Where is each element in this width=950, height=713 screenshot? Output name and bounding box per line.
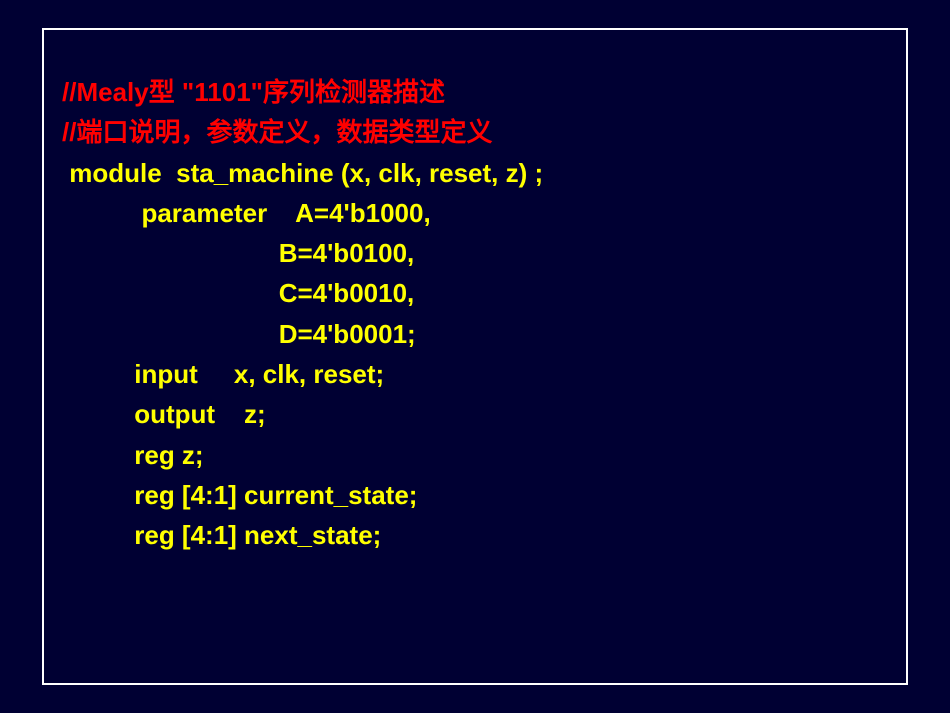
code-line: C=4'b0010, (62, 278, 414, 308)
code-line: B=4'b0100, (62, 238, 414, 268)
code-block: //Mealy型 "1101"序列检测器描述 //端口说明，参数定义，数据类型定… (62, 72, 888, 556)
code-line: D=4'b0001; (62, 319, 416, 349)
code-line: module sta_machine (x, clk, reset, z) ; (62, 158, 543, 188)
code-line: reg z; (62, 440, 204, 470)
code-line: reg [4:1] current_state; (62, 480, 417, 510)
code-line: reg [4:1] next_state; (62, 520, 381, 550)
code-comment-line: //端口说明，参数定义，数据类型定义 (62, 117, 492, 147)
code-line: output z; (62, 399, 266, 429)
code-comment-line: //Mealy型 "1101"序列检测器描述 (62, 77, 445, 107)
code-line: parameter A=4'b1000, (62, 198, 431, 228)
slide-frame: //Mealy型 "1101"序列检测器描述 //端口说明，参数定义，数据类型定… (42, 28, 908, 685)
code-line: input x, clk, reset; (62, 359, 384, 389)
